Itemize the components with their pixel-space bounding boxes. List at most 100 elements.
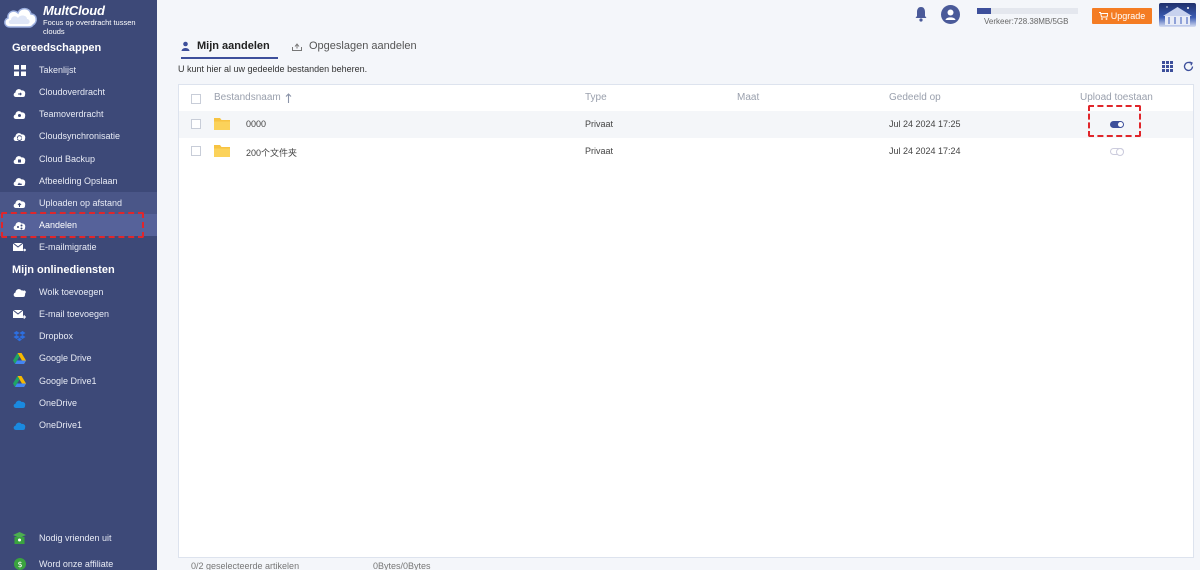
selection-size: 0Bytes/0Bytes [373,561,431,570]
sort-ascending-icon[interactable] [285,92,292,103]
invite-friends-icon [13,532,26,545]
image-save-icon [13,175,26,188]
user-account-icon[interactable] [941,5,960,24]
google-drive-icon [13,352,26,365]
file-type: Privaat [585,119,614,129]
sidebar-item-google-drive1[interactable]: Google Drive1 [0,370,157,392]
bell-icon[interactable] [914,6,928,22]
column-size-header[interactable]: Maat [737,92,759,103]
sidebar-item-image-save[interactable]: Afbeelding Opslaan [0,170,157,192]
google-drive-icon [13,375,26,388]
sidebar-item-task-list[interactable]: Takenlijst [0,59,157,81]
sidebar-item-label: Cloud Backup [39,154,96,164]
task-list-icon [13,64,26,77]
onedrive-icon [13,397,26,410]
tab-label: Mijn aandelen [197,40,270,52]
upgrade-label: Upgrade [1110,11,1146,21]
sidebar-item-add-cloud[interactable]: Wolk toevoegen [0,281,157,303]
tab-label: Opgeslagen aandelen [309,40,417,52]
sidebar-item-add-email[interactable]: E-mail toevoegen [0,303,157,325]
sidebar-item-label: Afbeelding Opslaan [39,176,118,186]
folder-icon [214,145,230,157]
sidebar-item-remote-upload[interactable]: Uploaden op afstand [0,192,157,214]
sidebar-item-label: E-mail toevoegen [39,309,110,319]
add-email-icon [13,308,26,321]
table-header: Bestandsnaam Type Maat Gedeeld op Upload… [179,85,1193,111]
highlight-annotation [1,212,144,238]
file-name[interactable]: 200个文件夹 [246,146,297,159]
sidebar-item-onedrive1[interactable]: OneDrive1 [0,414,157,436]
sidebar-item-google-drive[interactable]: Google Drive [0,347,157,369]
team-transfer-icon [13,108,26,121]
traffic-label: Verkeer:728.38MB/5GB [984,17,1069,26]
shared-date: Jul 24 2024 17:25 [889,119,961,129]
grid-view-icon[interactable] [1162,61,1173,72]
sidebar-item-onedrive[interactable]: OneDrive [0,392,157,414]
cloud-sync-icon [13,130,26,143]
column-header-label: Bestandsnaam [214,92,281,103]
column-shared-header[interactable]: Gedeeld op [889,92,941,103]
avatar[interactable] [1159,3,1196,27]
cart-icon [1098,12,1108,20]
highlight-annotation [1088,105,1141,137]
column-type-header[interactable]: Type [585,92,607,103]
sidebar-item-label: Cloudoverdracht [39,87,106,97]
sidebar-item-invite-friends[interactable]: Nodig vrienden uit [0,527,157,549]
user-icon [181,41,190,51]
cloud-transfer-icon [13,86,26,99]
table-row[interactable]: 200个文件夹 Privaat Jul 24 2024 17:24 [179,138,1193,165]
traffic-progress-bar [977,8,1078,14]
top-bar: Verkeer:728.38MB/5GB Upgrade [157,0,1200,30]
multcloud-logo-icon [4,7,37,28]
table-row[interactable]: 0000 Privaat Jul 24 2024 17:25 [179,111,1193,138]
row-checkbox[interactable] [191,146,201,156]
sidebar-item-cloud-sync[interactable]: Cloudsynchronisatie [0,125,157,147]
file-type: Privaat [585,146,614,156]
select-all-checkbox[interactable] [191,94,201,104]
sidebar-item-affiliate[interactable]: $ Word onze affiliate [0,553,157,570]
selection-count: 0/2 geselecteerde artikelen [191,561,300,570]
app-tagline: Focus op overdracht tussen clouds [43,18,136,36]
traffic-progress-fill [977,8,992,14]
sidebar-item-label: Google Drive1 [39,376,97,386]
sidebar-item-team-transfer[interactable]: Teamoverdracht [0,103,157,125]
sidebar-item-label: OneDrive [39,398,78,408]
file-name[interactable]: 0000 [246,119,266,129]
sidebar-item-email-migration[interactable]: E-mailmigratie [0,236,157,258]
sidebar-item-label: E-mailmigratie [39,242,97,252]
email-migration-icon [13,241,26,254]
affiliate-icon: $ [13,558,26,570]
sidebar-item-label: Takenlijst [39,65,77,75]
sidebar-item-label: Nodig vrienden uit [39,533,112,543]
sidebar-item-label: Teamoverdracht [39,109,104,119]
saved-shares-icon [292,42,302,51]
add-cloud-icon [13,286,26,299]
sidebar-item-label: Cloudsynchronisatie [39,131,121,141]
upgrade-button[interactable]: Upgrade [1092,8,1152,24]
refresh-icon[interactable] [1183,61,1194,72]
services-section-title: Mijn onlinediensten [12,264,115,276]
sidebar-item-dropbox[interactable]: Dropbox [0,325,157,347]
shares-table: Bestandsnaam Type Maat Gedeeld op Upload… [178,84,1194,558]
upload-allowed-toggle[interactable] [1110,148,1124,156]
column-upload-header: Upload toestaan [1080,92,1153,103]
row-checkbox[interactable] [191,119,201,129]
onedrive-icon [13,419,26,432]
sidebar-item-cloud-transfer[interactable]: Cloudoverdracht [0,81,157,103]
sidebar-item-label: Dropbox [39,331,74,341]
sidebar-item-label: Wolk toevoegen [39,287,104,297]
cloud-backup-icon [13,153,26,166]
page-hint: U kunt hier al uw gedeelde bestanden beh… [178,64,368,74]
dropbox-icon [13,330,26,343]
tab-saved-shares[interactable]: Opgeslagen aandelen [292,36,417,56]
tab-my-shares[interactable]: Mijn aandelen [181,36,278,59]
sidebar-item-cloud-backup[interactable]: Cloud Backup [0,148,157,170]
remote-upload-icon [13,197,26,210]
tools-section-title: Gereedschappen [12,42,102,54]
svg-text:$: $ [17,560,22,569]
brand[interactable]: MultCloud Focus op overdracht tussen clo… [0,0,157,40]
column-name-header[interactable]: Bestandsnaam [214,92,292,103]
sidebar: MultCloud Focus op overdracht tussen clo… [0,0,157,570]
sidebar-item-label: OneDrive1 [39,420,83,430]
sidebar-item-label: Google Drive [39,353,92,363]
